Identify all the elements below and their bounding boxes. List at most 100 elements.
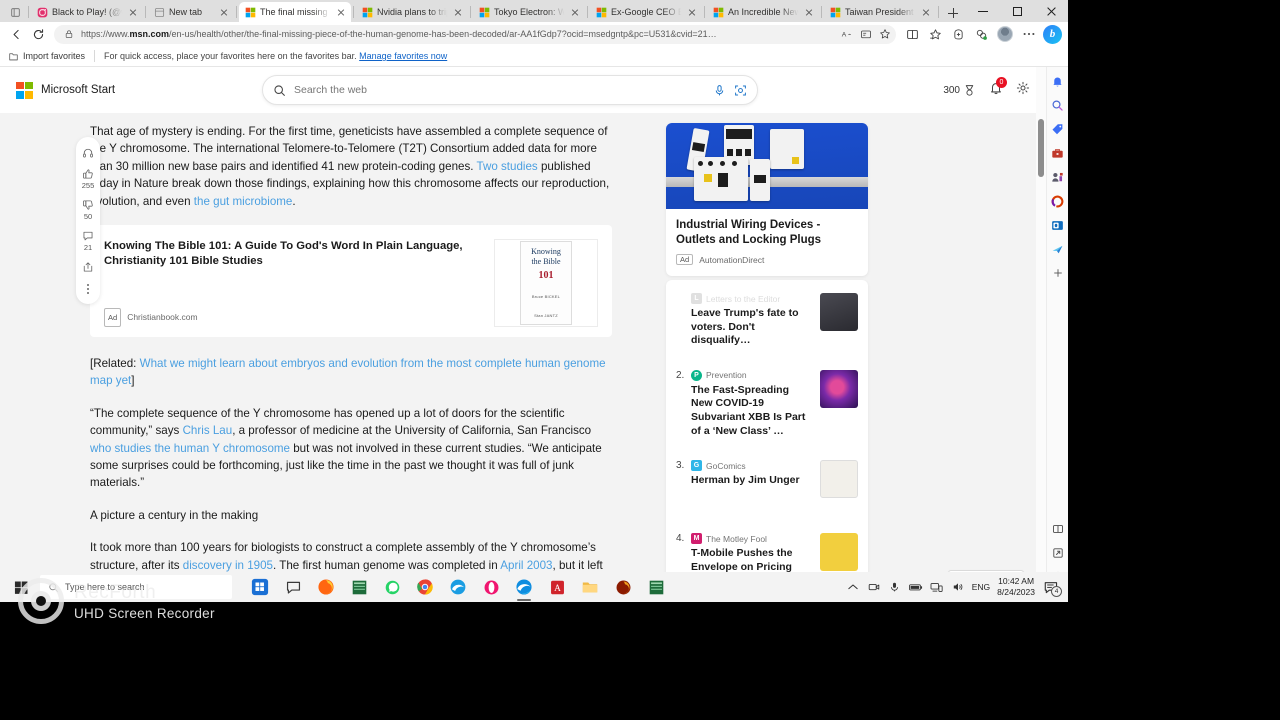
settings-more-icon[interactable] [1018,24,1039,44]
listen-button[interactable] [82,147,94,159]
action-center-button[interactable]: 4 [1042,579,1062,597]
tab-close-icon[interactable] [218,6,230,18]
mozilla-thunderbird-icon[interactable] [607,572,639,602]
browser-tab-6[interactable]: Ex-Google CEO Eri [590,2,702,22]
copilot-icon[interactable]: b [1043,24,1062,44]
split-view-icon[interactable] [1050,521,1066,537]
back-button[interactable] [6,24,26,44]
microsoft-store-icon[interactable] [244,572,276,602]
chris-lau-link[interactable]: Chris Lau [183,424,233,437]
new-tab-button[interactable] [944,4,962,22]
tab-close-icon[interactable] [335,6,347,18]
tab-actions-icon[interactable] [4,2,26,22]
browser-tab-1[interactable]: Black to Play! (@w [31,2,143,22]
volume-icon[interactable] [951,580,965,594]
read-aloud-icon[interactable]: A [840,27,854,41]
tab-close-icon[interactable] [452,6,464,18]
import-favorites-label: Import favorites [23,51,86,61]
gut-microbiome-link[interactable]: the gut microbiome [194,195,293,208]
browser-tab-4[interactable]: Nvidia plans to trip [356,2,468,22]
start-button[interactable] [4,572,38,602]
collections-icon[interactable] [925,24,946,44]
split-screen-icon[interactable] [902,24,923,44]
add-icon[interactable] [1050,265,1066,281]
notification-bell-icon[interactable] [1050,73,1066,89]
excel-icon[interactable] [640,572,672,602]
notifications-button[interactable]: 0 [989,76,1007,100]
manage-favorites-link[interactable]: Manage favorites now [359,51,447,61]
edge-beta-icon[interactable] [442,572,474,602]
whatsapp-icon[interactable] [376,572,408,602]
maximize-button[interactable] [1000,0,1034,22]
edge-icon[interactable] [508,572,540,602]
microsoft-start-logo[interactable]: Microsoft Start [16,81,115,99]
office-icon[interactable] [1050,193,1066,209]
search-icon[interactable] [1050,97,1066,113]
close-window-button[interactable] [1034,0,1068,22]
dislike-button[interactable]: 50 [82,199,94,221]
page-scrollbar[interactable] [1036,67,1046,572]
more-options-icon[interactable] [87,282,89,294]
like-button[interactable]: 255 [82,168,94,190]
opera-icon[interactable] [475,572,507,602]
browser-tab-8[interactable]: Taiwan President R [824,2,936,22]
msn-search-box[interactable]: Search the web [262,75,758,105]
scrollbar-thumb[interactable] [1038,119,1044,177]
drop-icon[interactable] [1050,241,1066,257]
shopping-tag-icon[interactable] [1050,121,1066,137]
news-source-row: 3. G GoComics [676,460,812,472]
camera-icon[interactable] [867,580,881,594]
tab-close-icon[interactable] [569,6,581,18]
list-item[interactable]: 4. M The Motley Fool T-Mobile Pushes the… [676,509,858,572]
games-icon[interactable] [1050,169,1066,185]
minimize-button[interactable] [966,0,1000,22]
open-in-app-icon[interactable] [1050,545,1066,561]
language-indicator[interactable]: ENG [972,582,990,592]
rewards-points[interactable]: 300 [943,84,976,97]
import-favorites-button[interactable]: Import favorites [8,51,85,62]
tab-close-icon[interactable] [920,6,932,18]
show-hidden-icons-icon[interactable] [846,580,860,594]
profile-avatar[interactable] [997,26,1013,42]
discovery-1905-link[interactable]: discovery in 1905 [183,559,273,572]
browser-essentials-icon[interactable] [948,24,969,44]
april-2003-link[interactable]: April 2003 [500,559,552,572]
browser-tab-2[interactable]: New tab [148,2,234,22]
clock[interactable]: 10:42 AM 8/24/2023 [997,576,1035,598]
y-chromosome-study-link[interactable]: who studies the human Y chromosome [90,442,290,455]
thumbs-up-icon [83,169,93,179]
inline-ad-card[interactable]: Knowing The Bible 101: A Guide To God's … [90,225,612,338]
cortana-chat-icon[interactable] [277,572,309,602]
two-studies-link[interactable]: Two studies [477,160,538,173]
file-explorer-icon[interactable] [574,572,606,602]
related-article-link[interactable]: What we might learn about embryos and ev… [90,357,606,387]
settings-button[interactable] [1016,81,1030,100]
tab-close-icon[interactable] [803,6,815,18]
extensions-icon[interactable] [971,24,992,44]
network-icon[interactable] [930,580,944,594]
share-button[interactable] [82,261,94,273]
list-item[interactable]: 3. G GoComics Herman by Jim Unger [676,449,858,509]
tab-close-icon[interactable] [686,6,698,18]
list-item[interactable]: 2. P Prevention The Fast-Spreading New C… [676,359,858,449]
outlook-icon[interactable] [1050,217,1066,233]
microphone-icon[interactable] [888,580,902,594]
battery-icon[interactable] [908,580,923,594]
adobe-reader-icon[interactable]: A [541,572,573,602]
browser-tab-5[interactable]: Tokyo Electron: Wo [473,2,585,22]
tab-close-icon[interactable] [127,6,139,18]
money-manager-icon[interactable] [343,572,375,602]
taskbar-search-input[interactable]: Type here to search [40,575,232,599]
chrome-icon[interactable] [409,572,441,602]
comments-button[interactable]: 21 [82,230,94,252]
sidebar-ad-card[interactable]: Industrial Wiring Devices - Outlets and … [666,123,868,276]
address-bar[interactable]: https://www.msn.com/en-us/health/other/t… [54,24,896,44]
list-item[interactable]: L Letters to the Editor Leave Trump's fa… [676,282,858,359]
browser-tab-3-active[interactable]: The final missing p [239,2,351,22]
tools-icon[interactable] [1050,145,1066,161]
favorite-star-icon[interactable] [878,27,892,41]
immersive-reader-icon[interactable] [859,27,873,41]
browser-tab-7[interactable]: An Incredible New [707,2,819,22]
reload-button[interactable] [28,24,48,44]
firefox-icon[interactable] [310,572,342,602]
